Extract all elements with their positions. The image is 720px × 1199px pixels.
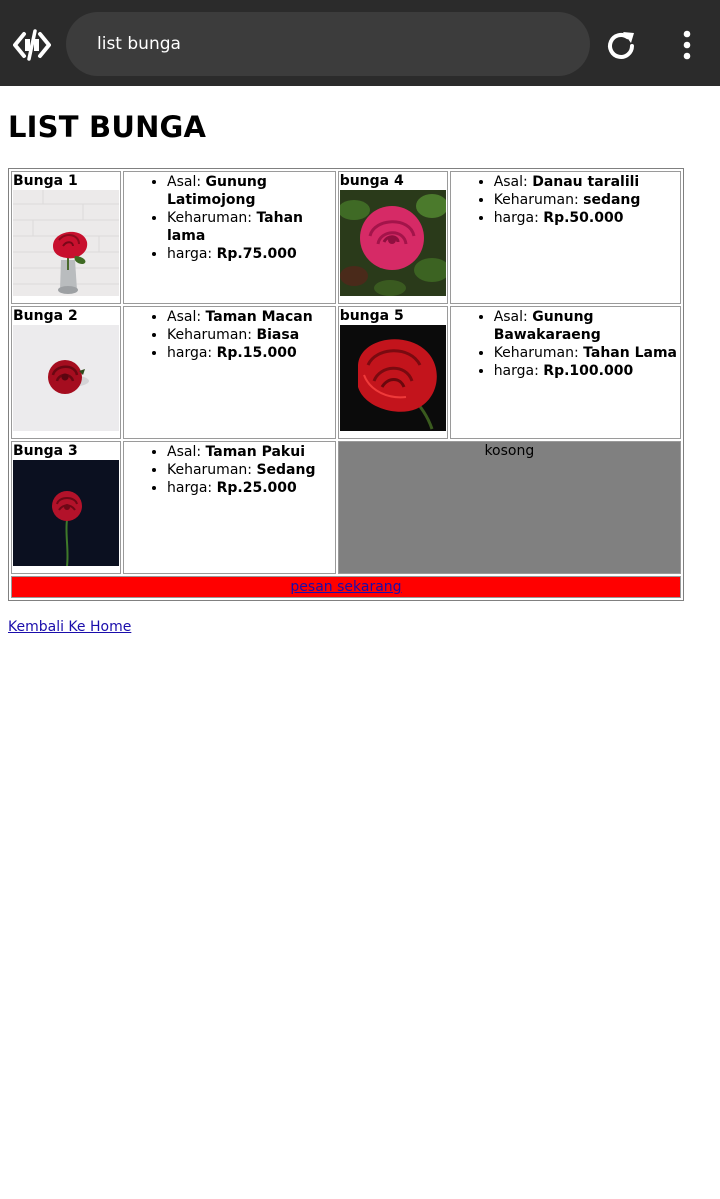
detail-asal: Asal: Gunung Bawakaraeng bbox=[494, 308, 679, 344]
asal-label: Asal: bbox=[167, 309, 206, 325]
flower-cell: bunga 4 bbox=[337, 171, 448, 304]
table-row: Bunga 2 Asal: Taman Macan Keharuman: Bia… bbox=[11, 306, 681, 439]
harga-label: harga: bbox=[167, 345, 217, 361]
harga-value: Rp.15.000 bbox=[216, 345, 297, 361]
page-content: LIST BUNGA Bunga 1 • Asal: Gunung Latimo… bbox=[0, 110, 720, 636]
flower-cell: Bunga 2 bbox=[11, 306, 121, 439]
rose-photo-top-view bbox=[13, 325, 119, 431]
flower-name: bunga 5 bbox=[339, 308, 404, 324]
flower-details: Asal: Taman Pakui Keharuman: Sedang harg… bbox=[123, 441, 336, 574]
detail-harga: harga: Rp.50.000 bbox=[494, 209, 679, 227]
page-title: LIST BUNGA bbox=[8, 110, 207, 144]
keharuman-label: Keharuman: bbox=[493, 192, 584, 208]
detail-harga: harga: Rp.15.000 bbox=[167, 344, 334, 362]
code-logo-icon[interactable] bbox=[13, 28, 51, 62]
keharuman-value: sedang bbox=[583, 192, 641, 208]
flower-details: Asal: Gunung Latimojong Keharuman: Tahan… bbox=[123, 171, 336, 304]
harga-label: harga: bbox=[167, 246, 217, 262]
flower-cell: Bunga 1 bbox=[11, 171, 121, 304]
detail-list: Asal: Gunung Latimojong Keharuman: Tahan… bbox=[125, 173, 334, 263]
keharuman-label: Keharuman: bbox=[167, 327, 257, 343]
harga-label: harga: bbox=[493, 210, 544, 226]
rose-photo-dark bbox=[339, 325, 446, 431]
overflow-menu-icon[interactable] bbox=[676, 28, 698, 62]
flower-table: Bunga 1 • Asal: Gunung Latimojong • Keha… bbox=[8, 168, 684, 601]
keharuman-value: Tahan Lama bbox=[583, 345, 677, 361]
flower-name: Bunga 1 bbox=[13, 173, 78, 189]
detail-asal: Asal: Gunung Latimojong bbox=[167, 173, 334, 209]
flower-details: Asal: Taman Macan Keharuman: Biasa harga… bbox=[123, 306, 336, 439]
flower-details: Asal: Gunung Bawakaraeng Keharuman: Taha… bbox=[449, 306, 681, 439]
keharuman-value: Biasa bbox=[256, 327, 300, 343]
flower-details: Asal: Danau taralili Keharuman: sedang h… bbox=[449, 171, 681, 304]
flower-cell: bunga 5 bbox=[337, 306, 448, 439]
browser-toolbar: list bunga bbox=[0, 0, 720, 86]
empty-cell: kosong bbox=[337, 441, 681, 574]
asal-value: Taman Pakui bbox=[205, 444, 305, 460]
keharuman-label: Keharuman: bbox=[167, 210, 257, 226]
asal-label: Asal: bbox=[167, 174, 206, 190]
rose-photo-stem bbox=[13, 460, 119, 566]
detail-asal: Asal: Danau taralili bbox=[494, 173, 679, 191]
detail-asal: Asal: Taman Pakui bbox=[167, 443, 334, 461]
detail-harga: harga: Rp.100.000 bbox=[494, 362, 679, 380]
reload-icon[interactable] bbox=[605, 29, 639, 63]
harga-value: Rp.75.000 bbox=[216, 246, 297, 262]
order-row: pesan sekarang bbox=[11, 576, 681, 598]
detail-keharuman: Keharuman: Tahan Lama bbox=[494, 344, 679, 362]
address-bar[interactable]: list bunga bbox=[66, 12, 590, 76]
detail-list: Asal: Danau taralili Keharuman: sedang h… bbox=[452, 173, 679, 227]
rose-photo-vase bbox=[13, 190, 119, 296]
asal-value: Taman Macan bbox=[205, 309, 313, 325]
detail-asal: Asal: Taman Macan bbox=[167, 308, 334, 326]
harga-label: harga: bbox=[493, 363, 544, 379]
detail-list: Asal: Taman Pakui Keharuman: Sedang harg… bbox=[125, 443, 334, 497]
table-row: Bunga 1 • Asal: Gunung Latimojong • Keha… bbox=[11, 171, 681, 304]
order-bar: pesan sekarang bbox=[11, 576, 681, 598]
asal-label: Asal: bbox=[493, 174, 533, 190]
keharuman-label: Keharuman: bbox=[167, 462, 257, 478]
detail-list: Asal: Taman Macan Keharuman: Biasa harga… bbox=[125, 308, 334, 362]
table-row: Bunga 3 Asal: Taman Pakui Keharuman: Sed… bbox=[11, 441, 681, 574]
harga-label: harga: bbox=[167, 480, 217, 496]
detail-harga: harga: Rp.25.000 bbox=[167, 479, 334, 497]
rose-photo-garden bbox=[339, 190, 446, 296]
asal-label: Asal: bbox=[167, 444, 206, 460]
harga-value: Rp.100.000 bbox=[543, 363, 634, 379]
flower-name: Bunga 3 bbox=[13, 443, 78, 459]
back-to-home-link[interactable]: Kembali Ke Home bbox=[8, 619, 131, 635]
detail-harga: harga: Rp.75.000 bbox=[167, 245, 334, 263]
detail-list: Asal: Gunung Bawakaraeng Keharuman: Taha… bbox=[452, 308, 679, 380]
detail-keharuman: Keharuman: sedang bbox=[494, 191, 679, 209]
harga-value: Rp.25.000 bbox=[216, 480, 297, 496]
asal-label: Asal: bbox=[493, 309, 533, 325]
flower-name: bunga 4 bbox=[339, 173, 404, 189]
flower-name: Bunga 2 bbox=[13, 308, 78, 324]
order-now-link[interactable]: pesan sekarang bbox=[290, 579, 401, 595]
detail-keharuman: Keharuman: Tahan lama bbox=[167, 209, 334, 245]
detail-keharuman: Keharuman: Biasa bbox=[167, 326, 334, 344]
flower-cell: Bunga 3 bbox=[11, 441, 121, 574]
harga-value: Rp.50.000 bbox=[543, 210, 624, 226]
keharuman-value: Sedang bbox=[256, 462, 316, 478]
keharuman-label: Keharuman: bbox=[493, 345, 584, 361]
asal-value: Danau taralili bbox=[532, 174, 640, 190]
address-text: list bunga bbox=[97, 34, 181, 54]
detail-keharuman: Keharuman: Sedang bbox=[167, 461, 334, 479]
